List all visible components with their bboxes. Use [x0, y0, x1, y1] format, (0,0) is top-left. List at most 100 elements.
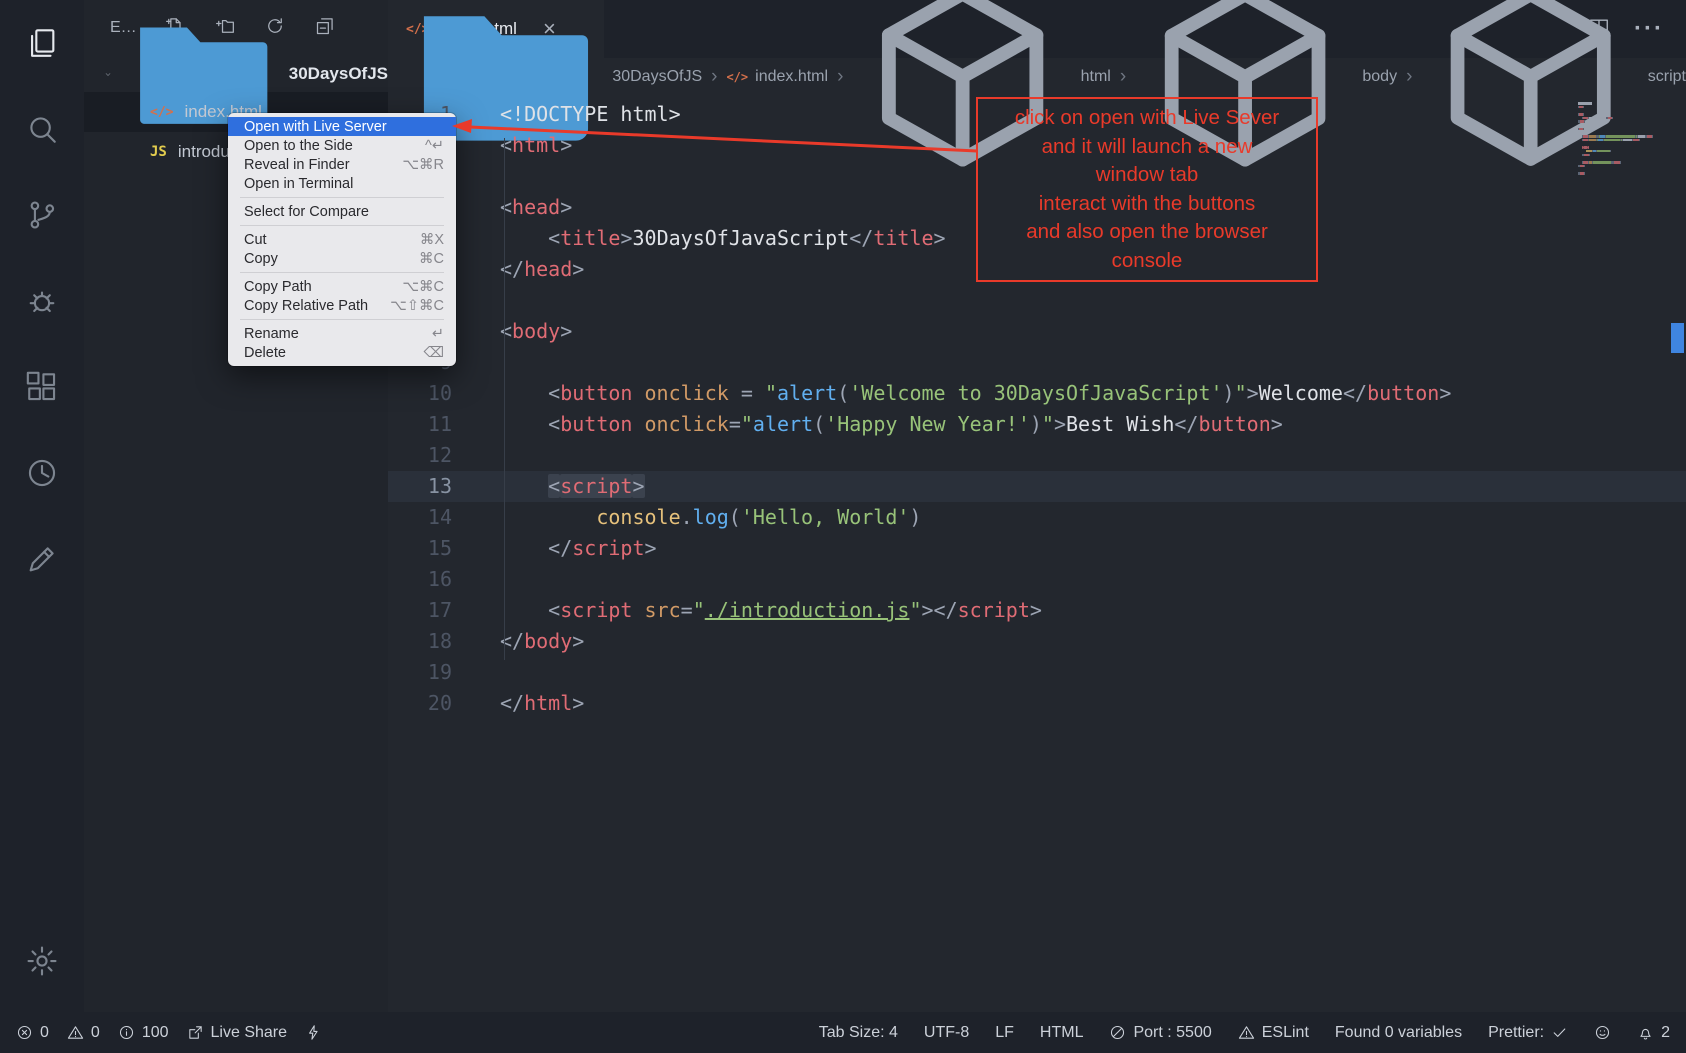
status-warnings[interactable]: 0	[67, 1024, 100, 1042]
annotation-line: and also open the browser	[982, 218, 1312, 247]
menu-item-label: Reveal in Finder	[244, 157, 384, 173]
status-language-mode[interactable]: HTML	[1040, 1024, 1084, 1042]
code-line-text	[452, 440, 500, 471]
activity-item-explorer[interactable]	[0, 0, 84, 86]
code-line-text	[452, 657, 500, 688]
code-line-text: <!DOCTYPE html>	[452, 99, 681, 130]
chevron-icon	[104, 67, 112, 82]
breadcrumb-item-index-html[interactable]: </>index.html	[726, 68, 828, 86]
status-label: 2	[1661, 1024, 1670, 1042]
minimap[interactable]	[1578, 102, 1670, 176]
main-area: E… 30DaysOfJS</>index.htmlJSintroduction…	[0, 0, 1686, 1012]
chevron-right-icon: ›	[711, 66, 717, 88]
code-line-text	[452, 285, 500, 316]
error-icon	[16, 1024, 33, 1041]
code-line-text: console.log('Hello, World')	[452, 502, 921, 533]
tree-root-label: 30DaysOfJS	[289, 64, 388, 84]
activity-item-settings[interactable]	[0, 918, 84, 1004]
line-number: 10	[388, 378, 452, 409]
menu-item-shortcut: ^↵	[425, 138, 444, 154]
menu-item-reveal-in-finder[interactable]: Reveal in Finder⌥⌘R	[228, 155, 456, 174]
menu-item-shortcut: ⌘C	[419, 251, 444, 267]
status-feedback-smiley[interactable]	[1594, 1024, 1611, 1041]
status-bar-right: Tab Size: 4 UTF-8 LF HTML Port : 5500 ESLint F…	[819, 1024, 1670, 1042]
collapse-all-button[interactable]	[315, 16, 335, 41]
status-bar-left: 00 100 Live Share	[16, 1024, 322, 1042]
status-notifications[interactable]: 2	[1637, 1024, 1670, 1042]
status-live-share[interactable]: Live Share	[187, 1024, 288, 1042]
status-live-server-port[interactable]: Port : 5500	[1109, 1024, 1211, 1042]
minimap-line	[1578, 120, 1670, 123]
status-label: HTML	[1040, 1024, 1084, 1042]
line-number: 20	[388, 688, 452, 719]
minimap-line	[1578, 150, 1670, 153]
activity-item-feedback[interactable]	[0, 516, 84, 602]
line-number: 17	[388, 595, 452, 626]
line-number: 12	[388, 440, 452, 471]
menu-item-open-in-terminal[interactable]: Open in Terminal	[228, 174, 456, 193]
status-label: Found 0 variables	[1335, 1024, 1462, 1042]
menu-item-label: Copy Relative Path	[244, 298, 372, 314]
menu-item-shortcut: ⌘X	[420, 232, 444, 248]
info-icon	[118, 1024, 135, 1041]
code-icon: </>	[726, 70, 748, 84]
menu-item-open-with-live-server[interactable]: Open with Live Server	[228, 117, 456, 136]
tree-item-30daysofjs[interactable]: 30DaysOfJS	[84, 56, 388, 92]
chevron-right-icon: ›	[1406, 66, 1412, 88]
menu-item-rename[interactable]: Rename↵	[228, 324, 456, 343]
status-encoding[interactable]: UTF-8	[924, 1024, 969, 1042]
indent-guide	[504, 138, 505, 660]
code-line-text	[452, 161, 500, 192]
history-icon	[25, 456, 59, 490]
minimap-line	[1578, 113, 1670, 116]
activity-item-extensions[interactable]	[0, 344, 84, 430]
minimap-line	[1578, 128, 1670, 131]
menu-item-shortcut: ⌥⌘C	[402, 279, 444, 295]
warning-icon	[67, 1024, 84, 1041]
status-variables-found[interactable]: Found 0 variables	[1335, 1024, 1462, 1042]
menu-item-copy-relative-path[interactable]: Copy Relative Path⌥⇧⌘C	[228, 296, 456, 315]
menu-item-copy[interactable]: Copy ⌘C	[228, 249, 456, 268]
code-line-text: <html>	[452, 130, 572, 161]
code-line-text: <button onclick="alert('Happy New Year!'…	[452, 409, 1283, 440]
breadcrumb-label: script	[1648, 68, 1686, 86]
activity-item-source-control[interactable]	[0, 172, 84, 258]
code-line: 8<body>	[388, 316, 1686, 347]
status-prettier[interactable]: Prettier:	[1488, 1024, 1568, 1042]
menu-item-delete[interactable]: Delete⌫	[228, 343, 456, 362]
code-line-text: </html>	[452, 688, 584, 719]
line-number: 13	[388, 471, 452, 502]
activity-item-timeline[interactable]	[0, 430, 84, 516]
menu-item-label: Delete	[244, 345, 405, 361]
status-tab-size[interactable]: Tab Size: 4	[819, 1024, 898, 1042]
menu-item-copy-path[interactable]: Copy Path⌥⌘C	[228, 277, 456, 296]
activity-item-search[interactable]	[0, 86, 84, 172]
menu-item-open-to-the-side[interactable]: Open to the Side ^↵	[228, 136, 456, 155]
status-eslint[interactable]: ESLint	[1238, 1024, 1309, 1042]
menu-item-cut[interactable]: Cut⌘X	[228, 230, 456, 249]
menu-item-label: Open with Live Server	[244, 119, 444, 135]
minimap-line	[1578, 154, 1670, 157]
minimap-line	[1578, 146, 1670, 149]
status-info-count[interactable]: 100	[118, 1024, 169, 1042]
minimap-line	[1578, 161, 1670, 164]
status-eol[interactable]: LF	[995, 1024, 1014, 1042]
status-run-code[interactable]	[305, 1024, 322, 1041]
menu-item-label: Rename	[244, 326, 414, 342]
menu-item-label: Open to the Side	[244, 138, 407, 154]
code-line-text: <body>	[452, 316, 572, 347]
menu-item-select-for-compare[interactable]: Select for Compare	[228, 202, 456, 221]
code-line: 14 console.log('Hello, World')	[388, 502, 1686, 533]
bolt-icon	[305, 1024, 322, 1041]
chevron-right-icon: ›	[1120, 66, 1126, 88]
code-line-text: </head>	[452, 254, 584, 285]
code-line-text	[452, 347, 500, 378]
code-line: 20</html>	[388, 688, 1686, 719]
js-icon: JS	[150, 144, 167, 160]
activity-item-run-debug[interactable]	[0, 258, 84, 344]
breadcrumb-label: html	[1081, 68, 1111, 86]
minimap-line	[1578, 157, 1670, 160]
menu-item-label: Copy	[244, 251, 401, 267]
status-errors[interactable]: 0	[16, 1024, 49, 1042]
minimap-line	[1578, 124, 1670, 127]
